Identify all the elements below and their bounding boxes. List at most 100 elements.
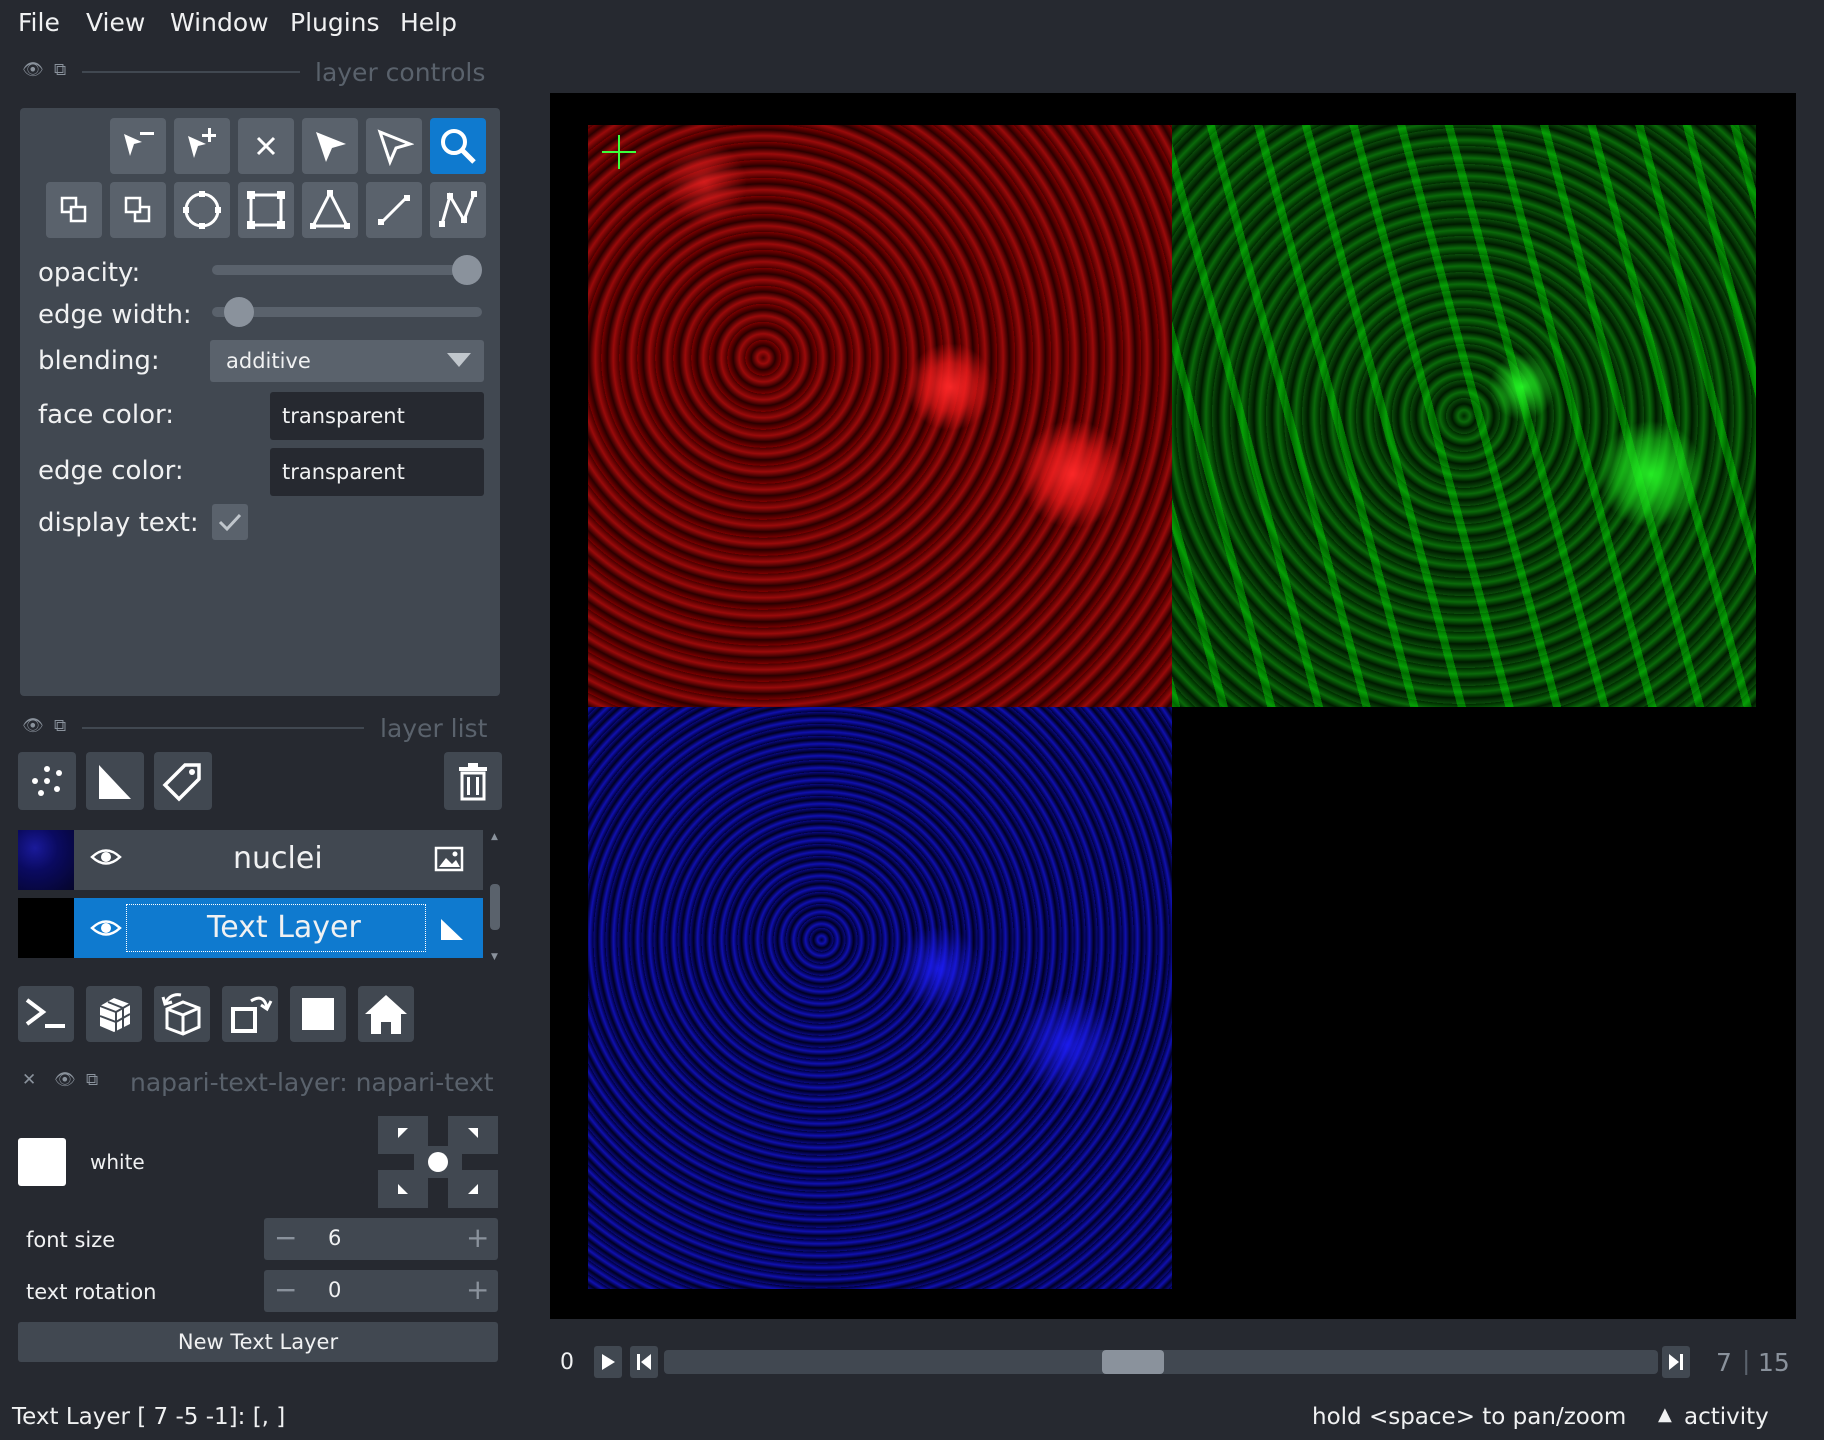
transpose-icon[interactable] [222,986,278,1042]
viewer-canvas[interactable] [550,93,1796,1319]
polygon-icon[interactable] [302,182,358,238]
color-name-value: white [90,1150,145,1174]
float-icon[interactable]: ⧉ [54,716,66,736]
eye-icon[interactable]: 👁 [54,1070,76,1090]
scrollbar-handle[interactable] [490,884,500,930]
layer-controls-panel: opacity: edge width: blending: additive … [20,108,500,696]
opacity-slider-handle[interactable] [452,255,482,285]
delete-icon[interactable] [238,118,294,174]
last-frame-button[interactable] [1662,1346,1690,1378]
minus-icon[interactable]: − [274,1273,297,1306]
layer-name-editor[interactable]: Text Layer [126,904,426,952]
dims-axis-label: 0 [560,1350,574,1375]
crosshair-cursor-icon [602,135,636,169]
font-size-stepper[interactable]: − 6 + [264,1218,498,1260]
layer-controls-title: layer controls [315,58,486,87]
status-hint: hold <space> to pan/zoom [1312,1404,1627,1430]
menu-bar: File View Window Plugins Help [0,0,1824,50]
roll-icon[interactable] [154,986,210,1042]
text-rotation-label: text rotation [26,1280,157,1304]
move-back-icon[interactable] [46,182,102,238]
rectangle-icon[interactable] [238,182,294,238]
plus-icon[interactable]: + [466,1273,489,1306]
close-icon[interactable]: ✕ [22,1070,36,1090]
red-channel-image [588,125,1172,707]
float-icon[interactable]: ⧉ [54,60,66,80]
display-text-checkbox[interactable] [212,504,248,540]
minus-icon[interactable]: − [274,1221,297,1254]
blue-channel-image [588,707,1172,1289]
scroll-up-icon[interactable]: ▲ [491,832,498,842]
edge-color-field[interactable]: transparent [270,448,484,496]
select-icon[interactable] [302,118,358,174]
layer-item-text-layer[interactable]: Text Layer [18,898,483,958]
font-size-label: font size [26,1228,116,1252]
skip-back-icon [637,1354,651,1370]
dock-divider [82,727,364,729]
scroll-down-icon[interactable]: ▼ [491,952,498,962]
edge-color-label: edge color: [38,456,184,486]
green-channel-image [1172,125,1756,707]
plus-icon[interactable]: + [466,1221,489,1254]
direct-select-icon[interactable] [366,118,422,174]
menu-help[interactable]: Help [400,8,457,37]
home-icon[interactable] [358,986,414,1042]
color-name-field[interactable]: white [78,1140,364,1184]
play-icon [602,1354,615,1370]
play-button[interactable] [594,1346,622,1378]
blending-dropdown[interactable]: additive [210,340,484,382]
layer-thumbnail [18,898,74,958]
dims-current-frame[interactable]: 7 [1716,1348,1732,1377]
face-color-label: face color: [38,400,174,430]
grid-icon[interactable] [290,986,346,1042]
color-swatch[interactable] [18,1138,66,1186]
zoom-icon[interactable] [430,118,486,174]
font-size-value[interactable]: 6 [328,1226,341,1250]
menu-plugins[interactable]: Plugins [290,8,380,37]
opacity-label: opacity: [38,258,141,288]
opacity-slider[interactable] [212,265,482,275]
dims-slider-handle[interactable] [1102,1350,1165,1374]
line-icon[interactable] [366,182,422,238]
menu-window[interactable]: Window [170,8,269,37]
new-shapes-icon[interactable] [86,752,144,810]
anchor-center[interactable] [414,1146,462,1178]
caret-up-icon[interactable]: ▲ [1658,1404,1672,1425]
menu-file[interactable]: File [18,8,60,37]
new-labels-icon[interactable] [154,752,212,810]
eye-icon[interactable] [90,915,122,945]
shapes-layer-icon [438,916,466,946]
eye-icon[interactable]: 👁 [22,716,44,736]
add-point-icon[interactable] [174,118,230,174]
image-layer-icon [434,846,464,876]
face-color-value: transparent [282,404,405,428]
first-frame-button[interactable] [630,1346,658,1378]
chevron-down-icon [446,350,472,375]
eye-icon[interactable]: 👁 [22,60,44,80]
ndisplay-icon[interactable] [86,986,142,1042]
float-icon[interactable]: ⧉ [86,1070,98,1090]
new-text-layer-button[interactable]: New Text Layer [18,1322,498,1362]
dims-slider[interactable] [664,1350,1658,1374]
delete-layer-icon[interactable] [444,752,502,810]
path-icon[interactable] [430,182,486,238]
eye-icon[interactable] [90,844,122,874]
layer-list-scrollbar[interactable]: ▲ ▼ [488,830,502,966]
ellipse-icon[interactable] [174,182,230,238]
layer-name[interactable]: Text Layer [207,910,361,945]
move-front-icon[interactable] [110,182,166,238]
menu-view[interactable]: View [86,8,145,37]
plugin-title: napari-text-layer: napari-text [130,1068,494,1097]
status-message: Text Layer [ 7 -5 -1]: [, ] [12,1404,286,1430]
text-rotation-value[interactable]: 0 [328,1278,341,1302]
edge-width-slider-handle[interactable] [224,297,254,327]
text-rotation-stepper[interactable]: − 0 + [264,1270,498,1312]
activity-button[interactable]: activity [1684,1404,1769,1430]
layer-name[interactable]: nuclei [233,841,323,876]
new-points-icon[interactable] [18,752,76,810]
face-color-field[interactable]: transparent [270,392,484,440]
layer-list-title: layer list [380,714,488,743]
remove-point-icon[interactable] [110,118,166,174]
console-icon[interactable] [18,986,74,1042]
layer-item-nuclei[interactable]: nuclei [18,830,483,890]
